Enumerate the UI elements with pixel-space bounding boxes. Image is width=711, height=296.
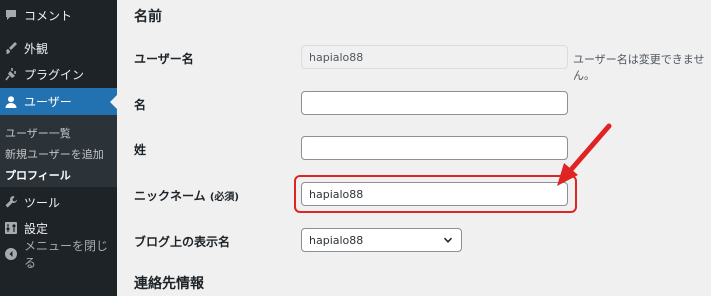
menu-comments[interactable]: コメント bbox=[0, 2, 117, 28]
submenu-add-new-user[interactable]: 新規ユーザーを追加 bbox=[5, 146, 104, 162]
users-submenu: ユーザー一覧 新規ユーザーを追加 プロフィール bbox=[0, 115, 117, 187]
menu-users[interactable]: ユーザー bbox=[0, 88, 117, 115]
first-name-field[interactable] bbox=[301, 91, 568, 115]
menu-plugins-label: プラグイン bbox=[24, 67, 85, 82]
section-title-contact: 連絡先情報 bbox=[134, 276, 204, 292]
plugin-icon bbox=[4, 67, 18, 81]
user-icon bbox=[4, 95, 18, 109]
comment-icon bbox=[4, 8, 18, 22]
username-field: hapialo88 bbox=[301, 45, 568, 69]
menu-settings-label: 設定 bbox=[24, 221, 49, 236]
menu-appearance-label: 外観 bbox=[24, 41, 49, 56]
section-title-name: 名前 bbox=[134, 9, 162, 25]
required-marker: (必須) bbox=[209, 192, 239, 203]
first-name-label: 名 bbox=[134, 98, 147, 112]
paintbrush-icon bbox=[4, 41, 18, 55]
display-name-value: hapialo88 bbox=[309, 233, 364, 247]
submenu-profile[interactable]: プロフィール bbox=[5, 167, 71, 183]
menu-tools-label: ツール bbox=[24, 195, 61, 210]
menu-comments-label: コメント bbox=[24, 8, 73, 23]
nickname-label-text: ニックネーム bbox=[134, 189, 206, 203]
menu-users-label: ユーザー bbox=[24, 95, 72, 109]
menu-appearance[interactable]: 外観 bbox=[0, 35, 117, 61]
last-name-field[interactable] bbox=[301, 136, 568, 160]
submenu-user-list[interactable]: ユーザー一覧 bbox=[5, 125, 71, 141]
menu-collapse[interactable]: メニューを閉じる bbox=[0, 239, 117, 270]
nickname-field[interactable]: hapialo88 bbox=[301, 182, 568, 206]
display-name-label: ブログ上の表示名 bbox=[134, 235, 231, 249]
display-name-select[interactable]: hapialo88 bbox=[301, 228, 462, 252]
collapse-arrow-icon bbox=[4, 247, 18, 261]
username-value: hapialo88 bbox=[309, 50, 364, 64]
chevron-down-icon bbox=[443, 237, 453, 243]
username-note: ユーザー名は変更できません。 bbox=[573, 53, 705, 82]
admin-sidebar: コメント 外観 プラグイン ユーザー ユーザー一覧 新規ユーザーを追加 プロフィ… bbox=[0, 0, 117, 296]
last-name-label: 姓 bbox=[134, 143, 147, 157]
nickname-label: ニックネーム (必須) bbox=[134, 187, 239, 204]
settings-icon bbox=[4, 221, 18, 235]
menu-tools[interactable]: ツール bbox=[0, 189, 117, 215]
profile-form: 名前 ユーザー名 hapialo88 ユーザー名は変更できません。 名 姓 ニッ… bbox=[117, 0, 711, 296]
menu-plugins[interactable]: プラグイン bbox=[0, 61, 117, 87]
nickname-value: hapialo88 bbox=[309, 187, 364, 201]
username-label: ユーザー名 bbox=[134, 52, 194, 66]
menu-collapse-label: メニューを閉じる bbox=[24, 239, 109, 270]
wrench-icon bbox=[4, 195, 18, 209]
